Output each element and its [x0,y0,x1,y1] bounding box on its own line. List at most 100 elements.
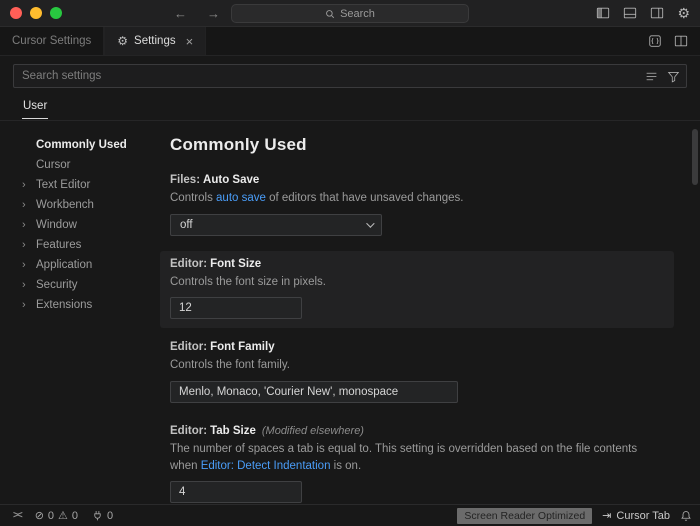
modified-elsewhere-note: (Modified elsewhere) [262,425,364,437]
detect-indentation-link[interactable]: Editor: Detect Indentation [201,460,331,472]
auto-save-link[interactable]: auto save [216,192,266,204]
setting-category: Editor: [170,425,207,437]
chevron-right-icon: › [22,295,26,315]
setting-name: Auto Save [203,174,259,186]
editor-actions [636,27,700,55]
split-editor-icon[interactable] [674,34,688,48]
toc-item-security[interactable]: › Security [0,275,150,295]
status-bar: >< ⊘ 0 ⚠ 0 0 Screen Reader Optimized ⇥ C… [0,504,700,526]
desc-text: is on. [330,460,361,472]
toc-label: Security [36,279,78,291]
chevron-right-icon: › [22,215,26,235]
settings-gear-icon[interactable]: ⚙ [677,6,690,20]
setting-category: Files: [170,174,200,186]
settings-editor-body: Commonly Used Cursor › Text Editor › Wor… [0,121,700,504]
setting-title: Editor:Tab Size (Modified elsewhere) [170,425,664,437]
desc-text: of editors that have unsaved changes. [266,192,464,204]
setting-title: Editor:Font Family [170,341,664,353]
settings-search-row [0,56,700,94]
section-heading: Commonly Used [170,135,674,155]
tab-label: Cursor Settings [12,35,91,47]
notifications-bell-icon[interactable] [680,510,692,522]
toggle-sidebar-left-icon[interactable] [596,6,610,20]
settings-tab-gear-icon: ⚙ [117,34,128,48]
history-nav: ← → [174,6,220,21]
toc-label: Commonly Used [36,139,127,151]
setting-title: Files:Auto Save [170,174,664,186]
toc-item-commonly-used[interactable]: Commonly Used [0,135,150,155]
cursor-tab-icon: ⇥ [602,509,611,522]
cursor-tab-label: Cursor Tab [616,510,670,522]
plug-icon [92,510,103,521]
toc-item-extensions[interactable]: › Extensions [0,295,150,315]
toc-label: Text Editor [36,179,90,191]
title-bar: ← → Search ⚙ [0,0,700,27]
settings-scope-tabs: User [0,94,700,121]
toc-item-features[interactable]: › Features [0,235,150,255]
tab-cursor-settings[interactable]: Cursor Settings [0,27,104,55]
toggle-sidebar-right-icon[interactable] [650,6,664,20]
toc-label: Extensions [36,299,92,311]
errors-icon: ⊘ [35,509,44,522]
setting-editor-font-family: Editor:Font Family Controls the font fam… [160,334,674,412]
close-tab-icon[interactable]: × [186,34,194,49]
command-center-search[interactable]: Search [231,4,469,23]
setting-name: Tab Size [210,425,256,437]
forward-icon[interactable]: → [207,6,220,21]
toc-label: Workbench [36,199,94,211]
setting-name: Font Family [210,341,275,353]
setting-editor-font-size: Editor:Font Size Controls the font size … [160,251,674,329]
vertical-scrollbar[interactable] [692,129,698,185]
chevron-right-icon: › [22,275,26,295]
problems-status[interactable]: ⊘ 0 ⚠ 0 [30,505,83,526]
remote-indicator-icon[interactable]: >< [8,505,26,526]
warnings-icon: ⚠ [58,509,68,522]
setting-category: Editor: [170,258,207,270]
font-family-input[interactable] [170,381,458,403]
zoom-window-button[interactable] [50,7,62,19]
filter-funnel-icon[interactable] [667,70,680,83]
ports-count: 0 [107,510,113,522]
font-size-input[interactable] [170,297,302,319]
chevron-down-icon [366,219,374,227]
setting-category: Editor: [170,341,207,353]
editor-tab-bar: Cursor Settings ⚙ Settings × [0,27,700,56]
toc-label: Application [36,259,92,271]
setting-editor-tab-size: Editor:Tab Size (Modified elsewhere) The … [160,418,674,504]
settings-search-input[interactable] [13,64,687,88]
chevron-right-icon: › [22,195,26,215]
chevron-right-icon: › [22,235,26,255]
open-settings-json-icon[interactable] [648,34,662,48]
scope-tab-user[interactable]: User [22,96,48,119]
settings-search-actions [645,64,680,88]
setting-description: The number of spaces a tab is equal to. … [170,441,664,474]
auto-save-select[interactable]: off [170,214,382,236]
status-bar-right: Screen Reader Optimized ⇥ Cursor Tab [457,505,692,526]
toc-item-application[interactable]: › Application [0,255,150,275]
toc-label: Window [36,219,77,231]
back-icon[interactable]: ← [174,6,187,21]
cursor-tab-status[interactable]: ⇥ Cursor Tab [602,509,670,522]
setting-title: Editor:Font Size [170,258,664,270]
filter-lines-icon[interactable] [645,70,658,83]
ports-status[interactable]: 0 [87,505,118,526]
toc-item-window[interactable]: › Window [0,215,150,235]
search-icon [325,9,335,19]
toc-item-cursor[interactable]: Cursor [0,155,150,175]
warnings-count: 0 [72,510,78,522]
settings-toc: Commonly Used Cursor › Text Editor › Wor… [0,121,150,504]
toc-item-workbench[interactable]: › Workbench [0,195,150,215]
screen-reader-optimized-button[interactable]: Screen Reader Optimized [457,508,592,524]
desc-text: Controls [170,192,216,204]
command-center-label: Search [340,8,375,20]
minimize-window-button[interactable] [30,7,42,19]
setting-description: Controls auto save of editors that have … [170,190,664,207]
errors-count: 0 [48,510,54,522]
tab-size-input[interactable] [170,481,302,503]
close-window-button[interactable] [10,7,22,19]
setting-name: Font Size [210,258,261,270]
tab-settings[interactable]: ⚙ Settings × [104,27,206,55]
setting-files-auto-save: Files:Auto Save Controls auto save of ed… [160,167,674,245]
toc-item-text-editor[interactable]: › Text Editor [0,175,150,195]
toggle-panel-icon[interactable] [623,6,637,20]
